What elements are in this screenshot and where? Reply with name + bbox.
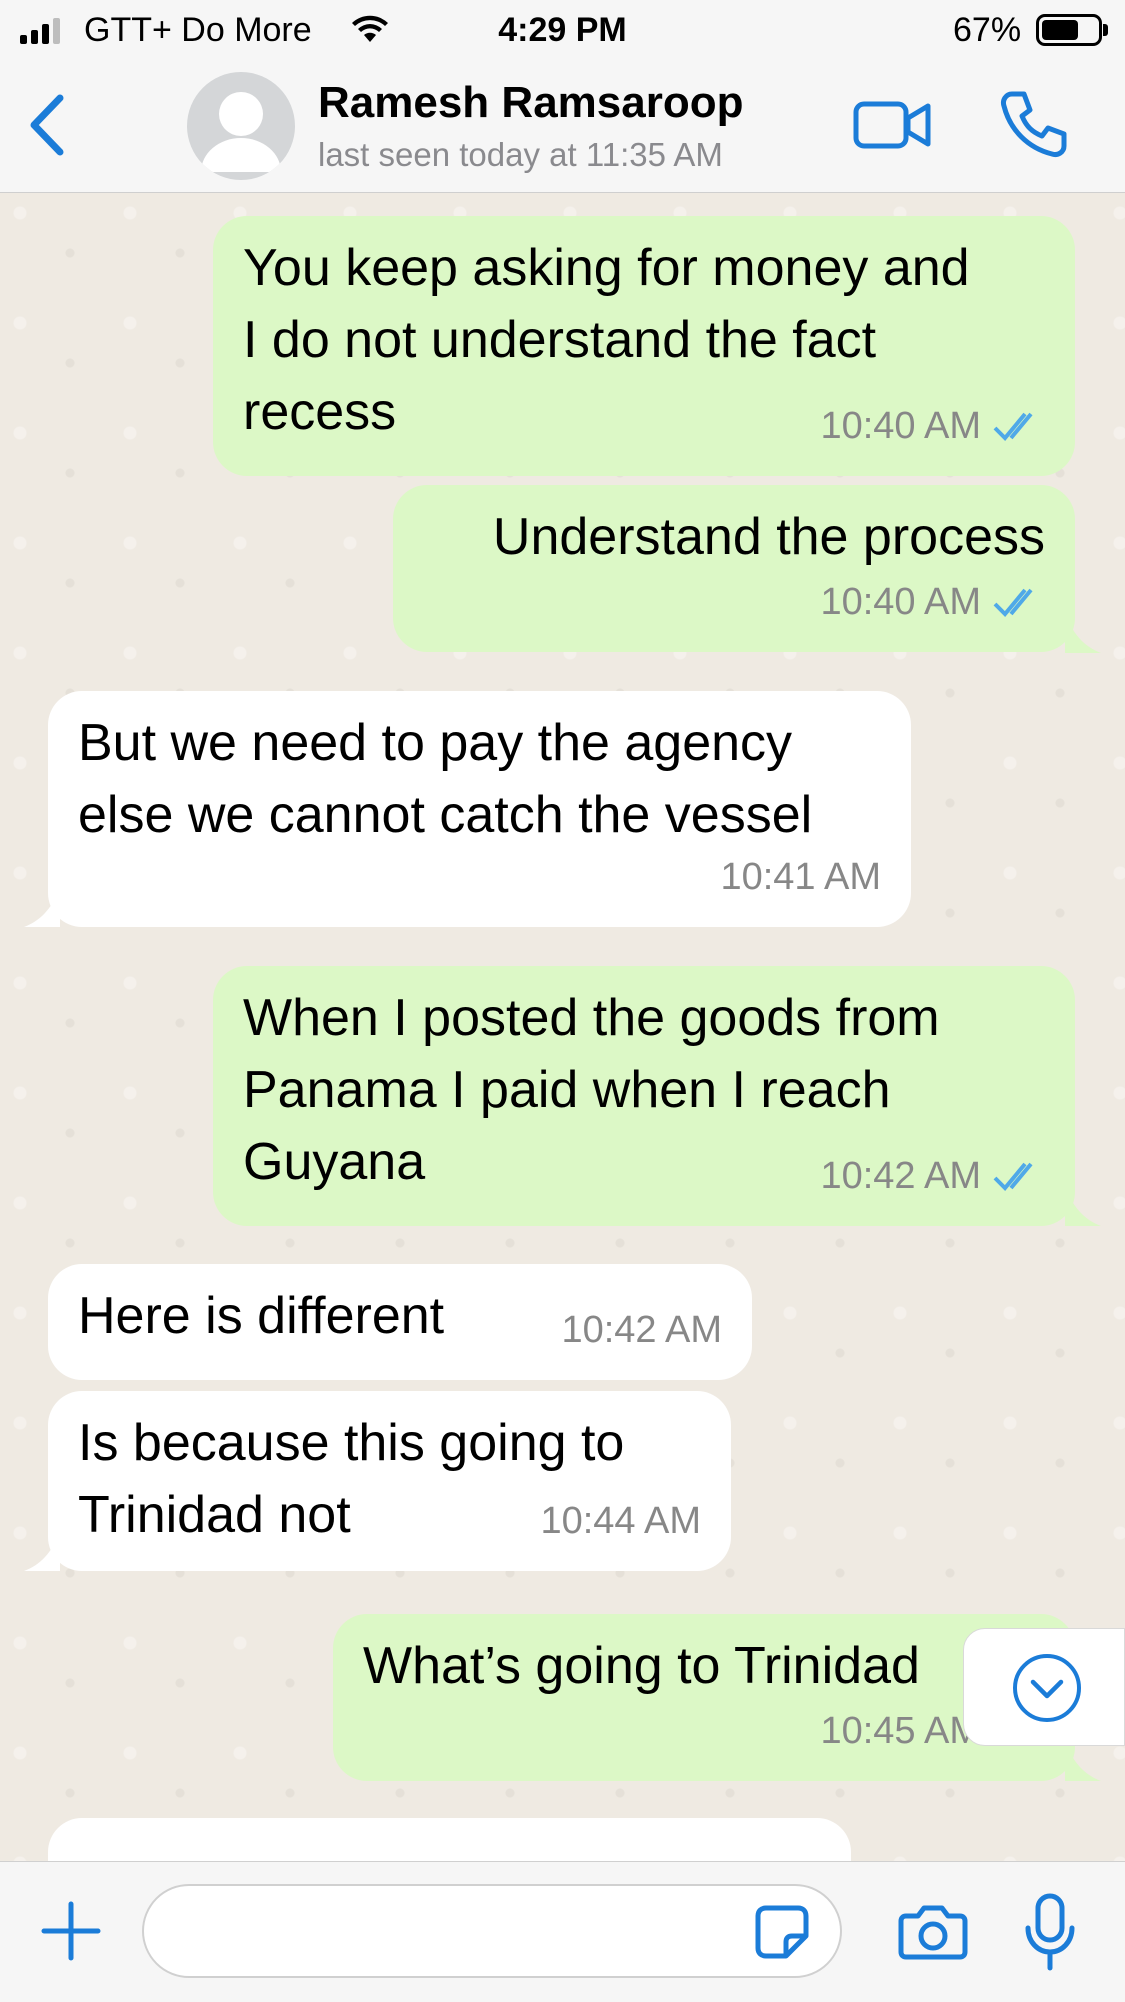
avatar[interactable] — [187, 72, 295, 180]
message-time: 10:45 AM — [820, 1710, 981, 1752]
scroll-to-bottom-button[interactable] — [963, 1628, 1125, 1746]
message-text: More the cargo first going to — [78, 1848, 821, 1861]
message-time: 10:42 AM — [561, 1309, 722, 1351]
battery-tip — [1103, 24, 1108, 36]
bubble-tail — [24, 1531, 60, 1571]
message-time: 10:41 AM — [720, 856, 881, 898]
read-ticks-icon — [993, 588, 1033, 617]
incoming-message[interactable]: More the cargo first going to — [48, 1818, 851, 1861]
chevron-down-icon — [1013, 1654, 1081, 1722]
battery-percent: 67% — [953, 11, 1022, 49]
message-list[interactable]: You keep asking for money and I do not u… — [0, 193, 1125, 1861]
message-input-bar — [0, 1861, 1125, 2002]
phone-icon[interactable] — [998, 88, 1070, 160]
incoming-message[interactable]: But we need to pay the agency else we ca… — [48, 691, 911, 927]
bubble-tail — [1065, 613, 1101, 653]
outgoing-message[interactable]: When I posted the goods from Panama I pa… — [213, 966, 1075, 1226]
message-time: 10:42 AM — [820, 1155, 981, 1197]
contact-name[interactable]: Ramesh Ramsaroop — [318, 78, 743, 128]
bubble-tail — [24, 887, 60, 927]
chevron-left-icon[interactable] — [20, 90, 80, 160]
message-time: 10:44 AM — [540, 1500, 701, 1542]
read-ticks-icon — [993, 1162, 1033, 1191]
outgoing-message[interactable]: You keep asking for money and I do not u… — [213, 216, 1075, 476]
read-ticks-icon — [993, 412, 1033, 441]
message-time: 10:40 AM — [820, 405, 981, 447]
message-text: But we need to pay the agency else we ca… — [78, 714, 813, 844]
message-input[interactable] — [142, 1884, 842, 1978]
incoming-message[interactable]: Here is different 10:42 AM — [48, 1264, 752, 1380]
sticker-icon[interactable] — [752, 1902, 812, 1962]
message-time: 10:40 AM — [820, 581, 981, 623]
plus-icon[interactable] — [38, 1898, 104, 1964]
status-bar: GTT+ Do More 4:29 PM 67% — [0, 0, 1125, 62]
bubble-tail — [1065, 1186, 1101, 1226]
camera-icon[interactable] — [898, 1902, 968, 1962]
video-camera-icon[interactable] — [852, 92, 932, 158]
message-text: What’s going to Trinidad — [363, 1637, 920, 1695]
microphone-icon[interactable] — [1020, 1892, 1080, 1972]
outgoing-message[interactable]: Understand the process 10:40 AM — [393, 485, 1075, 652]
incoming-message[interactable]: Is because this going to Trinidad not 10… — [48, 1391, 731, 1571]
battery-icon — [1036, 14, 1102, 46]
chat-header: Ramesh Ramsaroop last seen today at 11:3… — [0, 62, 1125, 193]
message-text: Understand the process — [492, 508, 1045, 566]
last-seen-status: last seen today at 11:35 AM — [318, 136, 723, 173]
